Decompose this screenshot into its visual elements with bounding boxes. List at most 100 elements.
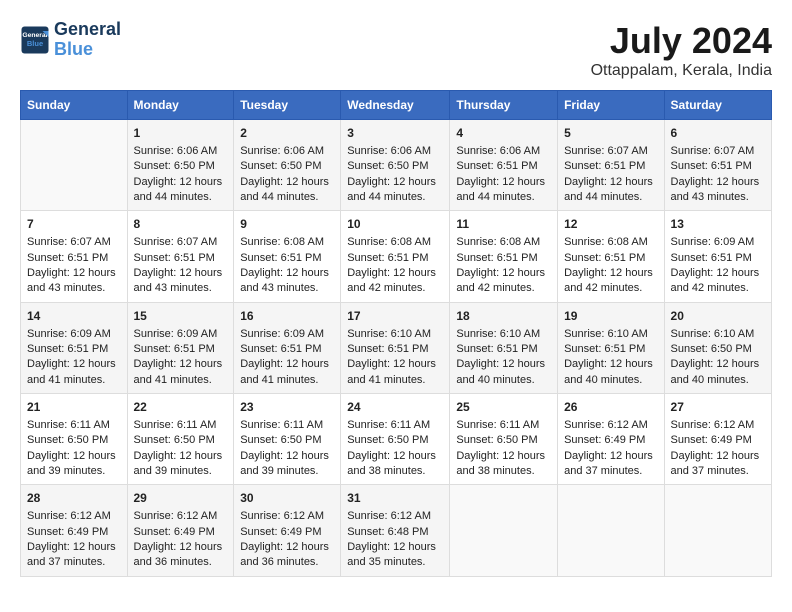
day-info: Sunset: 6:51 PM — [456, 159, 551, 174]
day-info: and 43 minutes. — [240, 281, 334, 296]
day-number: 17 — [347, 308, 443, 325]
day-info: Daylight: 12 hours — [456, 266, 551, 281]
day-info: Sunset: 6:50 PM — [347, 433, 443, 448]
day-info: and 37 minutes. — [27, 555, 121, 570]
day-info: Sunrise: 6:08 AM — [456, 235, 551, 250]
day-info: Daylight: 12 hours — [134, 175, 228, 190]
calendar-cell: 1Sunrise: 6:06 AMSunset: 6:50 PMDaylight… — [127, 120, 234, 211]
day-info: Daylight: 12 hours — [564, 357, 657, 372]
day-info: Sunrise: 6:10 AM — [671, 327, 765, 342]
calendar-cell: 4Sunrise: 6:06 AMSunset: 6:51 PMDaylight… — [450, 120, 558, 211]
calendar-cell: 22 Sunrise: 6:11 AMSunset: 6:50 PMDayligh… — [127, 394, 234, 485]
day-info: and 44 minutes. — [134, 190, 228, 205]
day-number: 24 — [347, 399, 443, 416]
calendar-week-row: 1Sunrise: 6:06 AMSunset: 6:50 PMDaylight… — [21, 120, 772, 211]
day-info: Daylight: 12 hours — [671, 175, 765, 190]
day-info: Sunset: 6:50 PM — [347, 159, 443, 174]
day-number: 21 — [27, 399, 121, 416]
day-info: Daylight: 12 hours — [134, 357, 228, 372]
calendar-week-row: 21Sunrise: 6:11 AMSunset: 6:50 PMDayligh… — [21, 394, 772, 485]
day-info: Sunrise: 6:06 AM — [240, 144, 334, 159]
day-info: Daylight: 12 hours — [671, 449, 765, 464]
day-number: 28 — [27, 490, 121, 507]
day-info: Daylight: 12 hours — [240, 449, 334, 464]
calendar-cell: 23Sunrise: 6:11 AMSunset: 6:50 PMDayligh… — [234, 394, 341, 485]
day-info: Daylight: 12 hours — [240, 175, 334, 190]
logo-line2: Blue — [54, 39, 93, 59]
calendar-cell: 10Sunrise: 6:08 AMSunset: 6:51 PMDayligh… — [341, 211, 450, 302]
day-info: Sunrise: 6:08 AM — [564, 235, 657, 250]
day-info: and 42 minutes. — [347, 281, 443, 296]
day-info: Sunrise: 6:12 AM — [27, 509, 121, 524]
day-info: Sunset: 6:51 PM — [564, 159, 657, 174]
logo-icon: General Blue — [20, 25, 50, 55]
calendar-table: SundayMondayTuesdayWednesdayThursdayFrid… — [20, 90, 772, 577]
header-day: Sunday — [21, 91, 128, 120]
day-info: Sunrise: 6:06 AM — [456, 144, 551, 159]
day-info: and 44 minutes. — [564, 190, 657, 205]
day-info: Daylight: 12 hours — [564, 175, 657, 190]
day-info: Sunrise: 6:07 AM — [564, 144, 657, 159]
day-info: and 40 minutes. — [564, 373, 657, 388]
day-number: 19 — [564, 308, 657, 325]
day-number: 15 — [134, 308, 228, 325]
day-info: Sunset: 6:51 PM — [456, 251, 551, 266]
day-info: Sunset: 6:49 PM — [134, 525, 228, 540]
day-info: Daylight: 12 hours — [564, 266, 657, 281]
day-info: and 38 minutes. — [347, 464, 443, 479]
day-info: Sunset: 6:50 PM — [27, 433, 121, 448]
day-info: Sunset: 6:51 PM — [240, 342, 334, 357]
calendar-cell: 9Sunrise: 6:08 AMSunset: 6:51 PMDaylight… — [234, 211, 341, 302]
day-number: 25 — [456, 399, 551, 416]
day-info: Daylight: 12 hours — [134, 449, 228, 464]
day-info: and 40 minutes. — [456, 373, 551, 388]
day-info: Sunset: 6:51 PM — [564, 251, 657, 266]
calendar-cell: 13Sunrise: 6:09 AMSunset: 6:51 PMDayligh… — [664, 211, 771, 302]
title-block: July 2024 Ottappalam, Kerala, India — [591, 20, 772, 80]
day-number: 5 — [564, 125, 657, 142]
day-info: and 39 minutes. — [240, 464, 334, 479]
day-number: 6 — [671, 125, 765, 142]
day-info: Sunrise: 6:07 AM — [671, 144, 765, 159]
calendar-cell: 17Sunrise: 6:10 AMSunset: 6:51 PMDayligh… — [341, 302, 450, 393]
day-info: Sunset: 6:50 PM — [456, 433, 551, 448]
day-info: Sunrise: 6:10 AM — [347, 327, 443, 342]
day-info: Sunrise: 6:12 AM — [347, 509, 443, 524]
day-number: 22 — [134, 399, 228, 416]
calendar-cell: 24Sunrise: 6:11 AMSunset: 6:50 PMDayligh… — [341, 394, 450, 485]
calendar-cell: 26Sunrise: 6:12 AMSunset: 6:49 PMDayligh… — [558, 394, 664, 485]
day-info: Sunset: 6:51 PM — [134, 251, 228, 266]
day-info: Daylight: 12 hours — [456, 357, 551, 372]
day-info: Sunset: 6:50 PM — [134, 433, 228, 448]
day-info: Daylight: 12 hours — [671, 357, 765, 372]
day-info: Daylight: 12 hours — [134, 266, 228, 281]
day-info: and 39 minutes. — [134, 464, 228, 479]
page-header: General Blue General Blue July 2024 Otta… — [20, 20, 772, 80]
day-info: Sunrise: 6:10 AM — [564, 327, 657, 342]
day-info: Daylight: 12 hours — [456, 175, 551, 190]
svg-text:Blue: Blue — [27, 39, 43, 48]
calendar-cell: 14Sunrise: 6:09 AMSunset: 6:51 PMDayligh… — [21, 302, 128, 393]
day-info: Daylight: 12 hours — [134, 540, 228, 555]
day-info: Sunset: 6:49 PM — [27, 525, 121, 540]
day-info: Sunrise: 6:11 AM — [240, 418, 334, 433]
calendar-cell: 21Sunrise: 6:11 AMSunset: 6:50 PMDayligh… — [21, 394, 128, 485]
day-info: and 41 minutes. — [240, 373, 334, 388]
day-info: and 43 minutes. — [671, 190, 765, 205]
day-info: Sunrise: 6:11 AM — [134, 418, 228, 433]
day-number: 3 — [347, 125, 443, 142]
day-info: Daylight: 12 hours — [564, 449, 657, 464]
day-info: Sunset: 6:48 PM — [347, 525, 443, 540]
calendar-cell: 16Sunrise: 6:09 AMSunset: 6:51 PMDayligh… — [234, 302, 341, 393]
day-number: 29 — [134, 490, 228, 507]
day-info: and 44 minutes. — [456, 190, 551, 205]
day-info: Daylight: 12 hours — [27, 266, 121, 281]
day-number: 26 — [564, 399, 657, 416]
day-number: 23 — [240, 399, 334, 416]
day-info: Daylight: 12 hours — [347, 540, 443, 555]
day-info: Daylight: 12 hours — [27, 540, 121, 555]
day-info: and 41 minutes. — [134, 373, 228, 388]
day-info: Sunrise: 6:07 AM — [134, 235, 228, 250]
header-day: Thursday — [450, 91, 558, 120]
day-number: 11 — [456, 216, 551, 233]
